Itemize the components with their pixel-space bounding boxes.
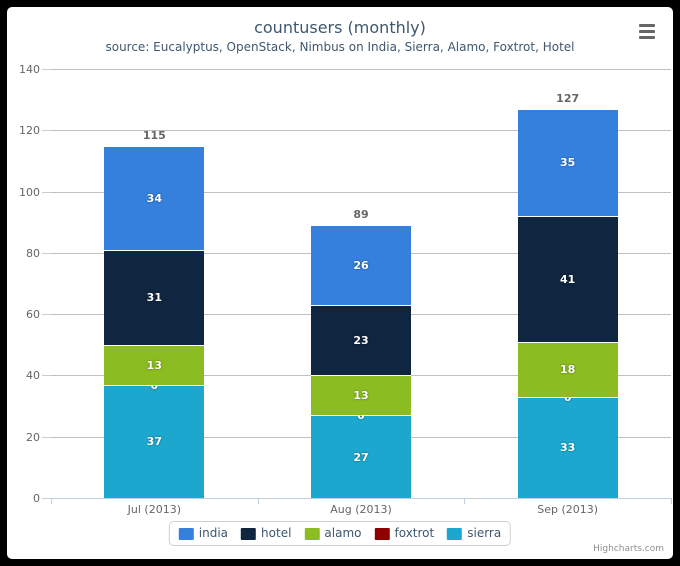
legend-label: foxtrot xyxy=(394,526,435,540)
menu-bar-1 xyxy=(639,23,655,27)
menu-bar-2 xyxy=(639,29,655,33)
y-axis-tick xyxy=(42,437,51,438)
bar-value-label-alamo: 13 xyxy=(146,358,162,372)
stack-total-label: 127 xyxy=(556,91,580,105)
bar-value-label-hotel: 23 xyxy=(353,334,369,348)
y-axis-label: 20 xyxy=(26,431,40,444)
y-axis-tick xyxy=(42,314,51,315)
legend-label: hotel xyxy=(261,526,292,540)
y-axis-tick xyxy=(42,375,51,376)
chart-credits: Highcharts.com xyxy=(593,544,664,554)
x-axis-label: Aug (2013) xyxy=(330,503,392,516)
chart-subtitle: source: Eucalyptus, OpenStack, Nimbus on… xyxy=(105,40,575,54)
y-axis-label: 60 xyxy=(26,308,40,321)
y-axis: 0 20 40 60 80 100 120 140 xyxy=(7,7,40,559)
y-axis-tick xyxy=(42,69,51,70)
plot-area: 37 0 13 31 34 115 27 0 13 23 26 89 33 0 18 41 35 127 xyxy=(51,69,671,498)
bar-value-label-sierra: 37 xyxy=(146,435,162,449)
y-axis-label: 140 xyxy=(19,63,40,76)
legend-swatch-sierra xyxy=(447,527,463,540)
chart-outer-frame: countusers (monthly) source: Eucalyptus,… xyxy=(0,0,680,566)
y-axis-tick xyxy=(42,130,51,131)
y-axis-tick xyxy=(42,253,51,254)
menu-bar-3 xyxy=(639,35,655,39)
legend-item-alamo[interactable]: alamo xyxy=(304,527,361,540)
legend-label: alamo xyxy=(324,526,362,540)
bar-column: 37 0 13 31 34 115 xyxy=(104,69,205,498)
bar-value-label-sierra: 27 xyxy=(353,450,369,464)
x-axis-tick xyxy=(51,498,52,504)
legend-item-foxtrot[interactable]: foxtrot xyxy=(374,527,434,540)
legend-swatch-india xyxy=(178,527,194,540)
bar-value-label-india: 26 xyxy=(353,259,369,273)
legend-item-india[interactable]: india xyxy=(178,526,229,540)
y-axis-label: 80 xyxy=(26,247,40,260)
bar-value-label-sierra: 33 xyxy=(560,441,576,455)
stack-total-label: 89 xyxy=(353,208,369,222)
x-axis-tick xyxy=(464,498,465,504)
legend-swatch-alamo xyxy=(304,527,320,540)
legend-item-hotel[interactable]: hotel xyxy=(241,527,291,540)
legend-label: india xyxy=(198,526,229,540)
legend-swatch-hotel xyxy=(241,527,257,540)
bar-value-label-hotel: 41 xyxy=(560,272,576,286)
bar-column: 33 0 18 41 35 127 xyxy=(517,69,618,498)
y-axis-tick xyxy=(42,192,51,193)
x-axis-line xyxy=(51,498,671,499)
y-axis-label: 120 xyxy=(19,124,40,137)
y-axis-label: 0 xyxy=(33,492,40,505)
chart-container: countusers (monthly) source: Eucalyptus,… xyxy=(7,7,673,559)
x-axis-tick xyxy=(258,498,259,504)
x-axis-tick xyxy=(671,498,672,504)
y-axis-label: 40 xyxy=(26,369,40,382)
y-axis-label: 100 xyxy=(19,186,40,199)
bar-column: 27 0 13 23 26 89 xyxy=(311,69,411,498)
bar-value-label-hotel: 31 xyxy=(146,291,162,305)
legend-label: sierra xyxy=(467,526,502,540)
stack-total-label: 115 xyxy=(142,128,166,142)
x-axis-label: Sep (2013) xyxy=(537,503,599,516)
legend-item-sierra[interactable]: sierra xyxy=(447,527,501,540)
x-axis-label: Jul (2013) xyxy=(127,503,181,516)
hamburger-menu-icon[interactable] xyxy=(635,20,659,42)
bar-value-label-india: 34 xyxy=(146,191,162,205)
bar-value-label-alamo: 18 xyxy=(560,363,576,377)
bar-value-label-alamo: 13 xyxy=(353,389,369,403)
y-axis-tick xyxy=(42,498,51,499)
bar-value-label-india: 35 xyxy=(560,156,576,170)
chart-title: countusers (monthly) xyxy=(254,18,426,37)
legend-swatch-foxtrot xyxy=(374,527,390,540)
chart-legend: india hotel alamo foxtrot sierra xyxy=(168,521,512,546)
